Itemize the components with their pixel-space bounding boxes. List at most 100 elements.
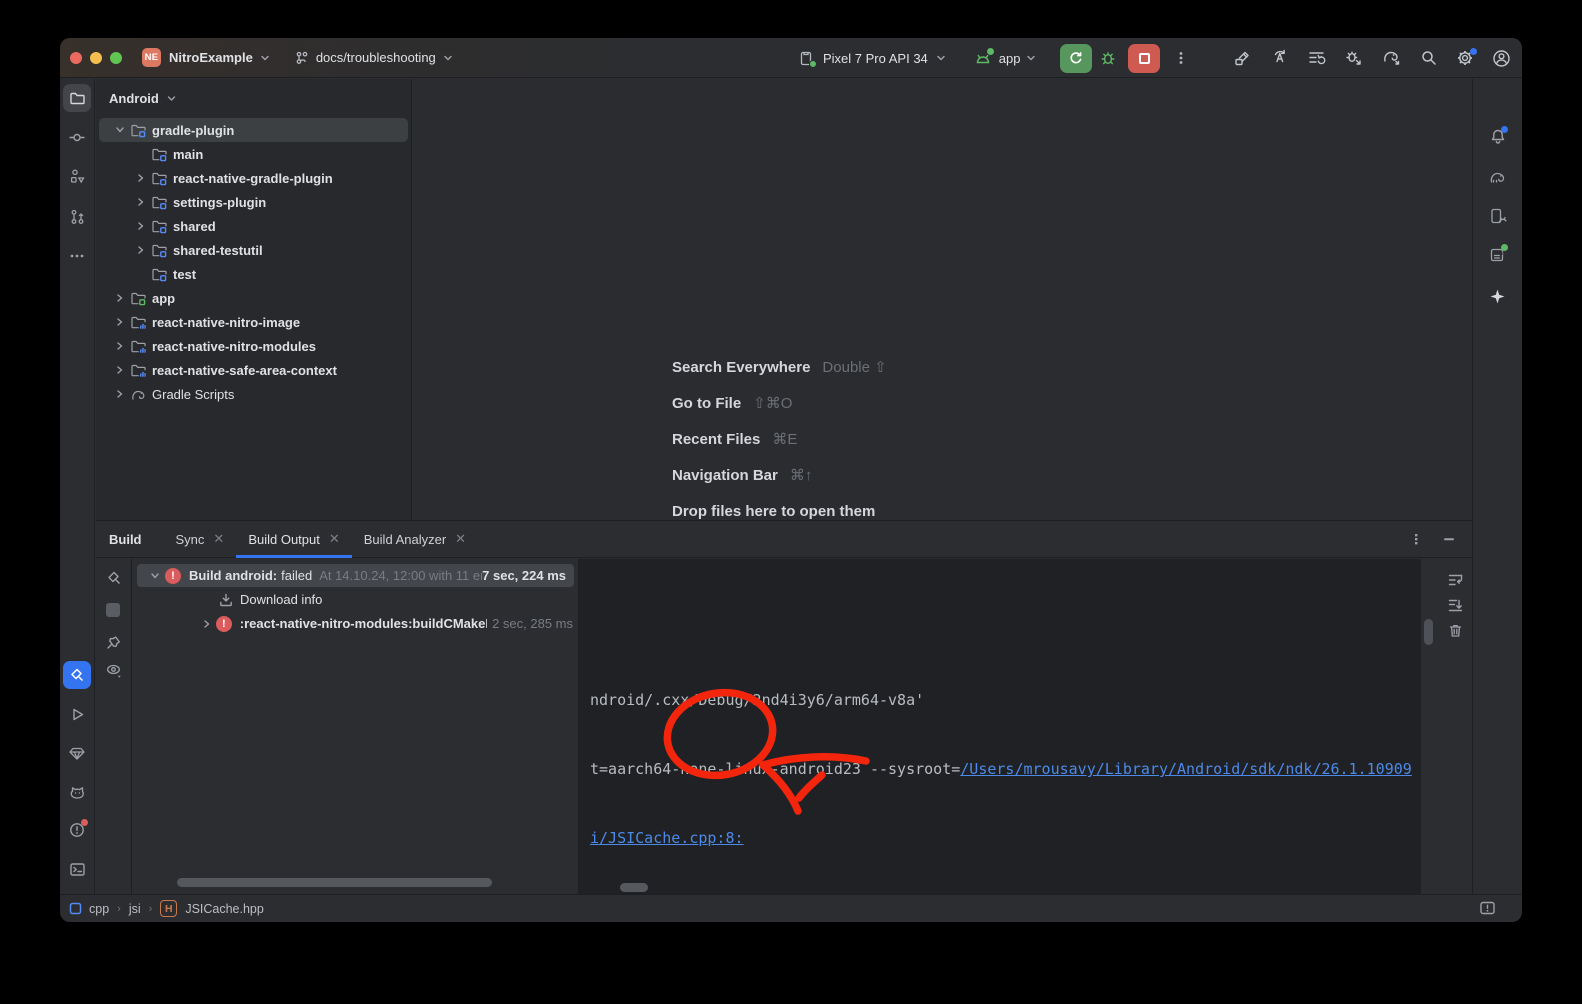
tree-item-shared-testutil[interactable]: shared-testutil bbox=[96, 238, 411, 262]
file-link[interactable]: i/JSICache.cpp:8: bbox=[590, 829, 744, 847]
file-link[interactable]: /Users/mrousavy/Library/Android/sdk/ndk/… bbox=[960, 760, 1412, 778]
search-icon[interactable] bbox=[1419, 48, 1439, 68]
tab-sync[interactable]: Sync ✕ bbox=[164, 521, 237, 558]
run-configurations-icon[interactable] bbox=[1306, 48, 1327, 68]
module-folder-icon bbox=[151, 170, 168, 187]
build-tool-button[interactable] bbox=[63, 661, 91, 689]
tree-item-shared[interactable]: shared bbox=[96, 214, 411, 238]
vertical-scrollbar[interactable] bbox=[1424, 619, 1433, 645]
close-tab-icon[interactable]: ✕ bbox=[329, 531, 340, 547]
horizontal-scrollbar[interactable] bbox=[177, 878, 492, 887]
tree-item-react-native-nitro-image[interactable]: react-native-nitro-image bbox=[96, 310, 411, 334]
horizontal-scrollbar[interactable] bbox=[620, 883, 648, 892]
project-view-selector[interactable]: Android bbox=[109, 91, 159, 106]
chevron-collapsed-icon[interactable] bbox=[131, 243, 151, 257]
chevron-collapsed-icon[interactable] bbox=[198, 617, 216, 631]
gradle-sync-icon[interactable] bbox=[1381, 48, 1403, 68]
project-tool-button[interactable] bbox=[63, 84, 91, 112]
tree-item-react-native-nitro-modules[interactable]: react-native-nitro-modules bbox=[96, 334, 411, 358]
shortcut-keys: ⌘↑ bbox=[790, 466, 813, 484]
stop-button[interactable] bbox=[1128, 44, 1160, 73]
build-result-row[interactable]: ! Build android: failed At 14.10.24, 12:… bbox=[137, 564, 574, 587]
debug-button[interactable] bbox=[1092, 44, 1124, 73]
pin-icon[interactable] bbox=[105, 634, 122, 651]
shortcut-label: Go to File bbox=[672, 395, 741, 412]
logcat-tool-button[interactable] bbox=[63, 778, 91, 806]
chevron-expanded-icon[interactable] bbox=[110, 123, 130, 137]
chevron-down-icon[interactable] bbox=[934, 51, 948, 65]
chevron-expanded-icon[interactable] bbox=[145, 569, 165, 583]
gradle-tool-button[interactable] bbox=[1484, 163, 1512, 191]
chevron-collapsed-icon[interactable] bbox=[131, 219, 151, 233]
tree-item-app[interactable]: app bbox=[96, 286, 411, 310]
clear-all-icon[interactable] bbox=[1447, 622, 1464, 639]
restart-build-icon[interactable] bbox=[105, 569, 123, 587]
close-window-button[interactable] bbox=[70, 52, 82, 64]
chevron-collapsed-icon[interactable] bbox=[110, 339, 130, 353]
close-tab-icon[interactable]: ✕ bbox=[213, 531, 224, 547]
more-tool-windows-button[interactable] bbox=[63, 242, 91, 270]
breadcrumb-item[interactable]: JSICache.hpp bbox=[185, 902, 264, 916]
tree-item-test[interactable]: test bbox=[96, 262, 411, 286]
tree-item-label: react-native-gradle-plugin bbox=[173, 171, 333, 186]
chevron-collapsed-icon[interactable] bbox=[110, 291, 130, 305]
tree-item-react-native-gradle-plugin[interactable]: react-native-gradle-plugin bbox=[96, 166, 411, 190]
run-tool-button[interactable] bbox=[63, 700, 91, 728]
minimize-window-button[interactable] bbox=[90, 52, 102, 64]
event-log-icon[interactable] bbox=[1479, 900, 1496, 917]
build-result-row[interactable]: ! :react-native-nitro-modules:buildCMake… bbox=[198, 612, 573, 635]
breadcrumb-item[interactable]: cpp bbox=[89, 902, 109, 916]
project-name[interactable]: NitroExample bbox=[169, 50, 253, 65]
chevron-collapsed-icon[interactable] bbox=[131, 171, 151, 185]
build-console[interactable]: ndroid/.cxx/Debug/2nd4i3y6/arm64-v8a' t=… bbox=[579, 559, 1421, 894]
device-selector[interactable]: Pixel 7 Pro API 34 bbox=[823, 51, 928, 66]
filter-icon[interactable] bbox=[105, 662, 123, 678]
build-result-row[interactable]: Download info bbox=[218, 588, 322, 611]
structure-tool-button[interactable] bbox=[63, 162, 91, 190]
tab-build-analyzer[interactable]: Build Analyzer ✕ bbox=[352, 521, 478, 558]
pull-requests-tool-button[interactable] bbox=[63, 202, 91, 230]
chevron-collapsed-icon[interactable] bbox=[110, 315, 130, 329]
chevron-down-icon[interactable] bbox=[165, 92, 178, 105]
rerun-button[interactable] bbox=[1060, 44, 1092, 73]
build-icon[interactable] bbox=[1232, 48, 1253, 68]
tree-item-main[interactable]: main bbox=[96, 142, 411, 166]
problems-tool-button[interactable] bbox=[63, 816, 91, 844]
terminal-tool-button[interactable] bbox=[63, 855, 91, 883]
branch-icon bbox=[294, 50, 310, 66]
tree-item-label: main bbox=[173, 147, 203, 162]
soft-wrap-icon[interactable] bbox=[1447, 571, 1464, 588]
settings-icon[interactable] bbox=[1455, 48, 1475, 68]
branch-name[interactable]: docs/troubleshooting bbox=[316, 50, 436, 65]
chevron-down-icon[interactable] bbox=[258, 51, 272, 65]
running-devices-tool-button[interactable] bbox=[1484, 202, 1512, 230]
more-vertical-icon[interactable] bbox=[1174, 50, 1188, 66]
notifications-tool-button[interactable] bbox=[1484, 123, 1512, 151]
app-quality-insights-tool-button[interactable] bbox=[63, 739, 91, 767]
hide-tool-window-icon[interactable] bbox=[1442, 532, 1456, 546]
breadcrumb-item[interactable]: jsi bbox=[129, 902, 141, 916]
attach-debugger-icon[interactable] bbox=[1343, 48, 1365, 68]
device-manager-icon[interactable] bbox=[1269, 48, 1290, 68]
tab-build-output[interactable]: Build Output ✕ bbox=[236, 521, 351, 558]
zoom-window-button[interactable] bbox=[110, 52, 122, 64]
profile-icon[interactable] bbox=[1491, 48, 1512, 69]
run-config[interactable]: app bbox=[999, 51, 1021, 66]
tree-item-react-native-safe-area-context[interactable]: react-native-safe-area-context bbox=[96, 358, 411, 382]
device-explorer-tool-button[interactable] bbox=[1484, 241, 1512, 269]
more-vertical-icon[interactable] bbox=[1410, 531, 1422, 547]
chevron-down-icon[interactable] bbox=[1024, 51, 1038, 65]
tree-item-gradle-plugin[interactable]: gradle-plugin bbox=[96, 118, 411, 142]
commit-tool-button[interactable] bbox=[63, 123, 91, 151]
close-tab-icon[interactable]: ✕ bbox=[455, 531, 466, 547]
gemini-tool-button[interactable] bbox=[1484, 282, 1512, 310]
chevron-collapsed-icon[interactable] bbox=[110, 363, 130, 377]
tree-item-gradle-scripts[interactable]: Gradle Scripts bbox=[96, 382, 411, 406]
chevron-down-icon[interactable] bbox=[441, 51, 455, 65]
structure-icon bbox=[69, 168, 86, 185]
chevron-collapsed-icon[interactable] bbox=[131, 195, 151, 209]
gradle-elephant-icon bbox=[130, 387, 147, 402]
tree-item-settings-plugin[interactable]: settings-plugin bbox=[96, 190, 411, 214]
scroll-to-end-icon[interactable] bbox=[1447, 597, 1464, 614]
chevron-collapsed-icon[interactable] bbox=[110, 387, 130, 401]
